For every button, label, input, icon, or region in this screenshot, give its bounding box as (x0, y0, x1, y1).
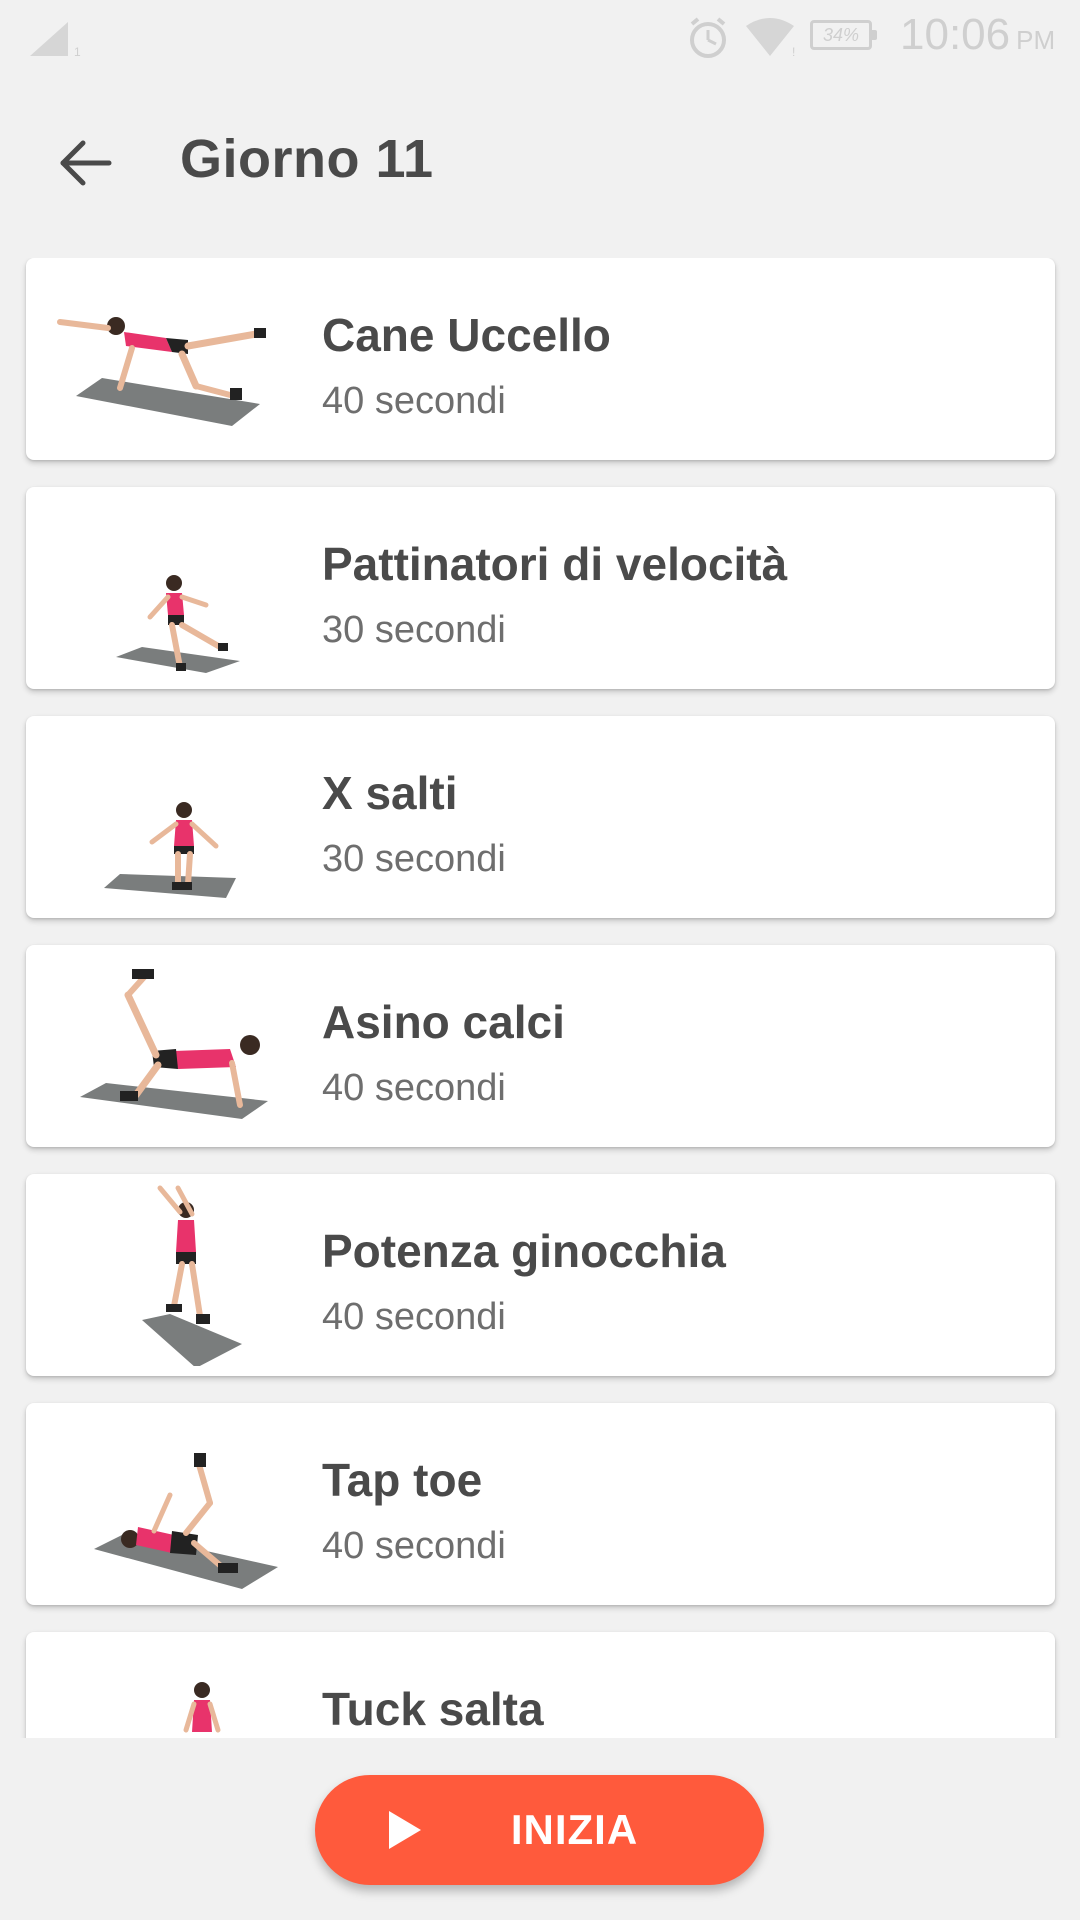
clock-ampm: PM (1016, 25, 1056, 55)
start-button[interactable]: INIZIA (315, 1775, 764, 1885)
exercise-card[interactable]: Cane Uccello 40 secondi (26, 258, 1055, 460)
svg-text:1: 1 (74, 45, 81, 59)
back-button[interactable] (50, 128, 120, 198)
exercise-duration: 40 secondi (322, 1067, 506, 1109)
exercise-duration: 40 secondi (322, 380, 506, 422)
exercise-name: Tap toe (322, 1454, 483, 1506)
battery-icon: 34% (810, 20, 877, 50)
exercise-thumbnail (183, 1682, 221, 1733)
exercise-duration: 30 secondi (322, 609, 506, 651)
signal-icon: 1 (30, 22, 81, 59)
exercise-list[interactable]: Cane Uccello 40 secondi Pattinatori di v… (0, 258, 1080, 1738)
exercise-duration: 30 secondi (322, 838, 506, 880)
app-bar: Giorno 11 (0, 110, 1080, 210)
status-bar: 1 ! 34% 10:06 PM (0, 0, 1080, 75)
battery-level: 34% (822, 25, 860, 45)
exercise-thumbnail (142, 1185, 242, 1366)
exercise-thumbnail (104, 802, 236, 898)
exercise-name: X salti (322, 767, 458, 819)
exercise-duration: 40 secondi (322, 1296, 506, 1338)
exercise-name: Tuck salta (322, 1683, 544, 1735)
exercise-name: Pattinatori di velocità (322, 538, 788, 590)
exercise-card[interactable]: Potenza ginocchia 40 secondi (26, 1174, 1055, 1376)
exercise-name: Potenza ginocchia (322, 1225, 726, 1277)
alarm-icon (690, 17, 726, 58)
exercise-thumbnail (94, 1453, 278, 1589)
exercise-card[interactable]: Tuck salta (26, 1632, 1055, 1738)
exercise-thumbnail (116, 575, 240, 673)
exercise-name: Cane Uccello (322, 309, 611, 361)
svg-text:!: ! (792, 45, 795, 59)
exercise-card[interactable]: Asino calci 40 secondi (26, 945, 1055, 1147)
exercise-card[interactable]: X salti 30 secondi (26, 716, 1055, 918)
wifi-icon: ! (746, 18, 795, 59)
start-button-label: INIZIA (510, 1806, 639, 1853)
clock: 10:06 PM (900, 10, 1055, 60)
arrow-left-icon (60, 140, 112, 186)
exercise-thumbnail (80, 969, 268, 1119)
exercise-card[interactable]: Pattinatori di velocità 30 secondi (26, 487, 1055, 689)
exercise-duration: 40 secondi (322, 1525, 506, 1567)
exercise-thumbnail (57, 317, 266, 426)
exercise-name: Asino calci (322, 996, 565, 1048)
clock-time: 10:06 (900, 10, 1011, 59)
exercise-card[interactable]: Tap toe 40 secondi (26, 1403, 1055, 1605)
page-title: Giorno 11 (180, 129, 434, 189)
